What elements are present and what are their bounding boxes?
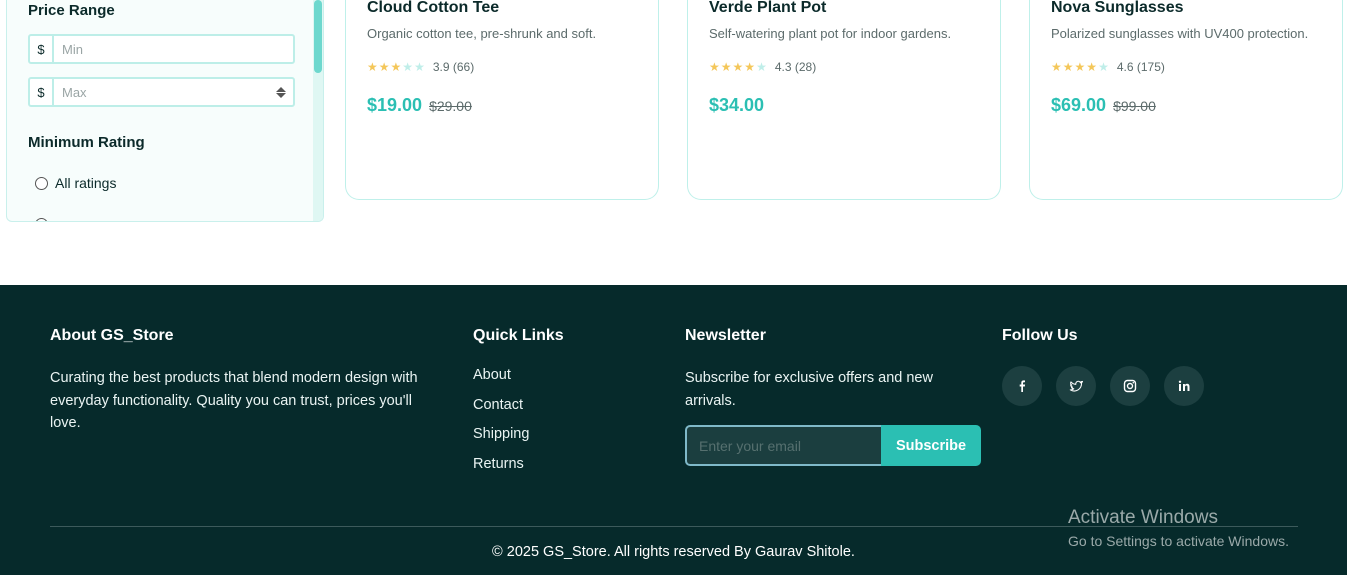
minimum-rating-title: Minimum Rating [28, 134, 145, 151]
linkedin-icon[interactable] [1164, 366, 1204, 406]
product-rating: ★ ★ ★ ★ ★ 3.9 (66) [367, 60, 474, 74]
spinner-down-icon[interactable] [276, 92, 286, 98]
max-price-field: $ [28, 77, 295, 107]
currency-symbol: $ [30, 79, 54, 105]
product-name[interactable]: Nova Sunglasses [1051, 0, 1184, 17]
min-price-input[interactable] [54, 36, 293, 62]
product-description: Organic cotton tee, pre-shrunk and soft. [367, 26, 597, 41]
current-price: $69.00 [1051, 95, 1107, 115]
product-rating: ★ ★ ★ ★ ★ 4.3 (28) [709, 60, 816, 74]
watermark-subtitle: Go to Settings to activate Windows. [1068, 533, 1289, 549]
footer-link-contact[interactable]: Contact [473, 397, 529, 427]
original-price: $29.00 [429, 98, 472, 114]
filter-sidebar: Price Range $ $ Minimum Rating All ratin… [6, 0, 324, 222]
star-rating-icon: ★ ★ ★ ★ ★ [367, 60, 426, 74]
rating-count: 4.3 (28) [774, 60, 817, 74]
about-text: Curating the best products that blend mo… [50, 370, 418, 431]
twitter-icon[interactable] [1056, 366, 1096, 406]
activate-windows-watermark: Activate Windows Go to Settings to activ… [1068, 507, 1289, 549]
product-name[interactable]: Cloud Cotton Tee [367, 0, 499, 17]
quick-links-title: Quick Links [473, 327, 564, 344]
site-footer: About GS_Store Curating the best product… [0, 285, 1347, 575]
product-rating: ★ ★ ★ ★ ★ 4.6 (175) [1051, 60, 1165, 74]
rating-option-label: All ratings [55, 175, 117, 191]
instagram-icon[interactable] [1110, 366, 1150, 406]
rating-option-next[interactable] [35, 218, 48, 221]
price-range-title: Price Range [28, 2, 115, 19]
rating-count: 4.6 (175) [1116, 60, 1165, 74]
newsletter-title: Newsletter [685, 327, 766, 344]
radio-button[interactable] [35, 218, 48, 221]
quick-links: About Contact Shipping Returns [473, 367, 529, 485]
original-price: $99.00 [1113, 98, 1156, 114]
max-price-input[interactable] [54, 79, 273, 105]
currency-symbol: $ [30, 36, 54, 62]
newsletter-form: Subscribe [685, 425, 981, 466]
star-rating-icon: ★ ★ ★ ★ ★ [1051, 60, 1110, 74]
product-name[interactable]: Verde Plant Pot [709, 0, 826, 17]
radio-button[interactable] [35, 176, 48, 190]
product-description: Polarized sunglasses with UV400 protecti… [1051, 26, 1309, 41]
footer-link-shipping[interactable]: Shipping [473, 426, 529, 456]
facebook-icon[interactable] [1002, 366, 1042, 406]
sidebar-scroll-thumb[interactable] [314, 0, 322, 73]
min-price-field: $ [28, 34, 295, 64]
current-price: $19.00 [367, 95, 423, 115]
product-card[interactable]: Nova Sunglasses Polarized sunglasses wit… [1029, 0, 1343, 200]
sidebar-scrollbar[interactable] [313, 0, 323, 221]
star-rating-icon: ★ ★ ★ ★ ★ [709, 60, 768, 74]
product-description: Self-watering plant pot for indoor garde… [709, 26, 952, 41]
product-card[interactable]: Verde Plant Pot Self-watering plant pot … [687, 0, 1001, 200]
footer-link-about[interactable]: About [473, 367, 529, 397]
about-title: About GS_Store [50, 327, 174, 344]
product-price: $19.00 $29.00 [367, 95, 472, 116]
spinner-up-icon[interactable] [276, 86, 286, 92]
number-spinner[interactable] [273, 79, 289, 105]
rating-count: 3.9 (66) [432, 60, 475, 74]
newsletter-text: Subscribe for exclusive offers and new a… [685, 370, 933, 409]
watermark-title: Activate Windows [1068, 507, 1218, 528]
product-price: $34.00 [709, 95, 764, 116]
follow-us-title: Follow Us [1002, 327, 1078, 344]
product-card[interactable]: Cloud Cotton Tee Organic cotton tee, pre… [345, 0, 659, 200]
social-links [1002, 366, 1204, 406]
product-price: $69.00 $99.00 [1051, 95, 1156, 116]
email-input[interactable] [685, 425, 881, 466]
current-price: $34.00 [709, 95, 765, 115]
rating-option-all[interactable]: All ratings [35, 175, 116, 191]
subscribe-button[interactable]: Subscribe [881, 425, 981, 466]
footer-link-returns[interactable]: Returns [473, 456, 529, 486]
